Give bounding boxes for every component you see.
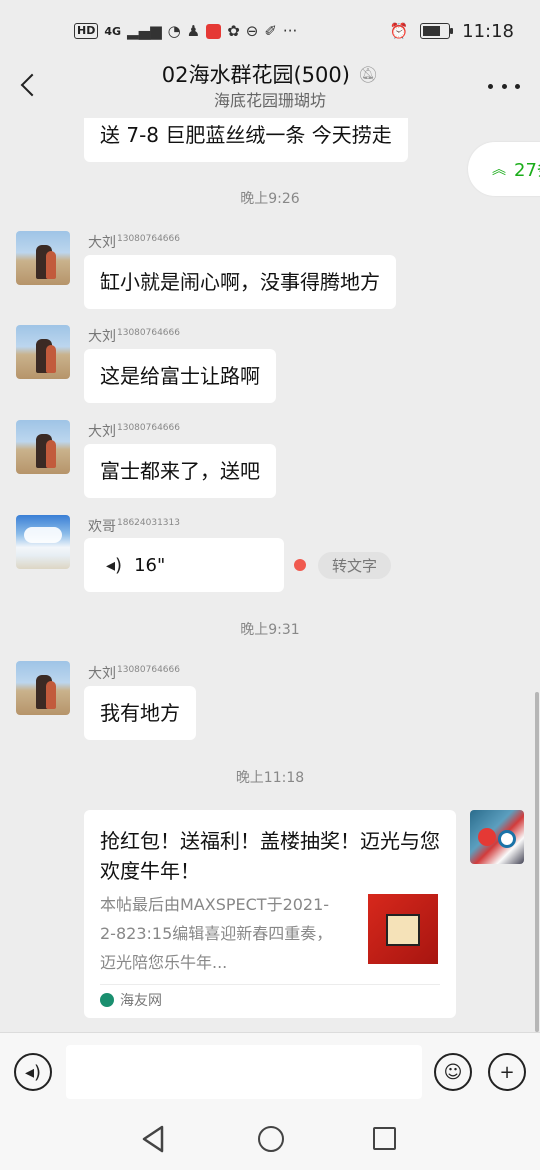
message-list[interactable]: 送 7-8 巨肥蓝丝绒一条 今天捞走 晚上9:26 大刘13080764666 … <box>0 118 540 1032</box>
avatar[interactable] <box>16 515 70 569</box>
app-icon: ✿ <box>227 22 240 40</box>
sender-name: 大刘13080764666 <box>88 234 180 251</box>
message-bubble[interactable]: 缸小就是闹心啊，没事得腾地方 <box>84 255 396 309</box>
wifi-icon: ◔ <box>167 22 181 40</box>
voice-duration: 16" <box>134 554 166 576</box>
sender-name: 大刘13080764666 <box>88 423 180 440</box>
convert-to-text-button[interactable]: 转文字 <box>318 552 392 579</box>
chat-title-row: 02海水群花园(500) 🔕︎ <box>162 62 379 88</box>
title-area: 02海水群花园(500) 🔕︎ 海底花园珊瑚坊 <box>120 62 420 114</box>
double-chevron-up-icon: ︽ <box>492 162 506 178</box>
app-notification-icon <box>206 23 222 39</box>
message-bubble[interactable]: 富士都来了，送吧 <box>84 444 276 498</box>
system-nav-bar <box>0 1110 540 1170</box>
qq-icon: ♟ <box>186 22 201 40</box>
divider <box>100 984 440 985</box>
timestamp: 晚上9:31 <box>240 622 300 638</box>
status-icons-left: HD 4G ▂▄▆ ◔ ♟ ✿ ⊖ ✐ ··· <box>74 22 389 40</box>
sender-name: 欢哥18624031313 <box>88 518 180 535</box>
bell-off-icon: 🔕︎ <box>357 65 379 84</box>
source-logo-icon <box>100 993 114 1007</box>
voice-input-icon[interactable]: ◂) <box>14 1053 52 1091</box>
card-thumbnail <box>368 894 438 964</box>
card-description: 本帖最后由MAXSPECT于2021-2-823:15编辑喜迎新春四重奏，迈光陪… <box>100 895 333 972</box>
signal-icon: ▂▄▆ <box>127 22 162 40</box>
card-title: 抢红包！送福利！盖楼抽奖！迈光与您欢度牛年！ <box>100 829 440 883</box>
chevron-left-icon[interactable] <box>14 68 44 104</box>
avatar[interactable] <box>16 420 70 474</box>
unread-jump-button[interactable]: ︽ 27条 <box>468 142 540 196</box>
app-icon-3: ✐ <box>264 22 277 40</box>
card-source: 海友网 <box>100 990 162 1010</box>
battery-icon <box>420 23 454 39</box>
more-dots-icon[interactable] <box>488 72 520 100</box>
timestamp: 晚上11:18 <box>235 770 305 786</box>
message-bubble[interactable]: 这是给富士让路啊 <box>84 349 276 403</box>
message-bubble[interactable]: 我有地方 <box>84 686 196 740</box>
unread-dot <box>294 559 306 571</box>
avatar[interactable] <box>16 325 70 379</box>
network-type: 4G <box>104 24 122 38</box>
emoji-icon[interactable]: ☺ <box>434 1053 472 1091</box>
sender-name: 大刘13080764666 <box>88 665 180 682</box>
plus-icon[interactable]: + <box>488 1053 526 1091</box>
voice-wave-icon: ◂) <box>106 554 123 576</box>
source-name: 海友网 <box>120 993 162 1009</box>
my-avatar[interactable] <box>470 810 524 864</box>
status-icons-right: ⏰ 11:18 <box>389 21 514 42</box>
nav-recent-icon[interactable] <box>373 1127 396 1150</box>
chat-subtitle: 海底花园珊瑚坊 <box>213 91 326 110</box>
status-bar: HD 4G ▂▄▆ ◔ ♟ ✿ ⊖ ✐ ··· ⏰ 11:18 <box>0 0 540 62</box>
unread-count: 27条 <box>514 160 540 181</box>
hd-badge: HD <box>74 23 99 39</box>
avatar[interactable] <box>16 231 70 285</box>
chat-header: 02海水群花园(500) 🔕︎ 海底花园珊瑚坊 <box>0 62 540 118</box>
link-card[interactable]: 抢红包！送福利！盖楼抽奖！迈光与您欢度牛年！ 本帖最后由MAXSPECT于202… <box>84 810 456 1018</box>
voice-message[interactable]: ◂) 16" <box>84 538 284 592</box>
status-time: 11:18 <box>462 20 514 42</box>
timestamp: 晚上9:26 <box>240 191 300 207</box>
input-bar: ◂) ☺ + <box>0 1032 540 1110</box>
message-input[interactable] <box>66 1045 422 1099</box>
nav-home-icon[interactable] <box>258 1126 284 1152</box>
more-notifications-icon: ··· <box>282 22 298 40</box>
message-bubble[interactable]: 送 7-8 巨肥蓝丝绒一条 今天捞走 <box>84 118 408 162</box>
sender-name: 大刘13080764666 <box>88 328 180 345</box>
app-icon-2: ⊖ <box>245 22 259 40</box>
nav-back-icon[interactable] <box>140 1124 168 1154</box>
scrollbar[interactable] <box>535 692 539 1032</box>
chat-title: 02海水群花园(500) <box>161 63 350 87</box>
alarm-icon: ⏰ <box>389 22 409 40</box>
avatar[interactable] <box>16 661 70 715</box>
